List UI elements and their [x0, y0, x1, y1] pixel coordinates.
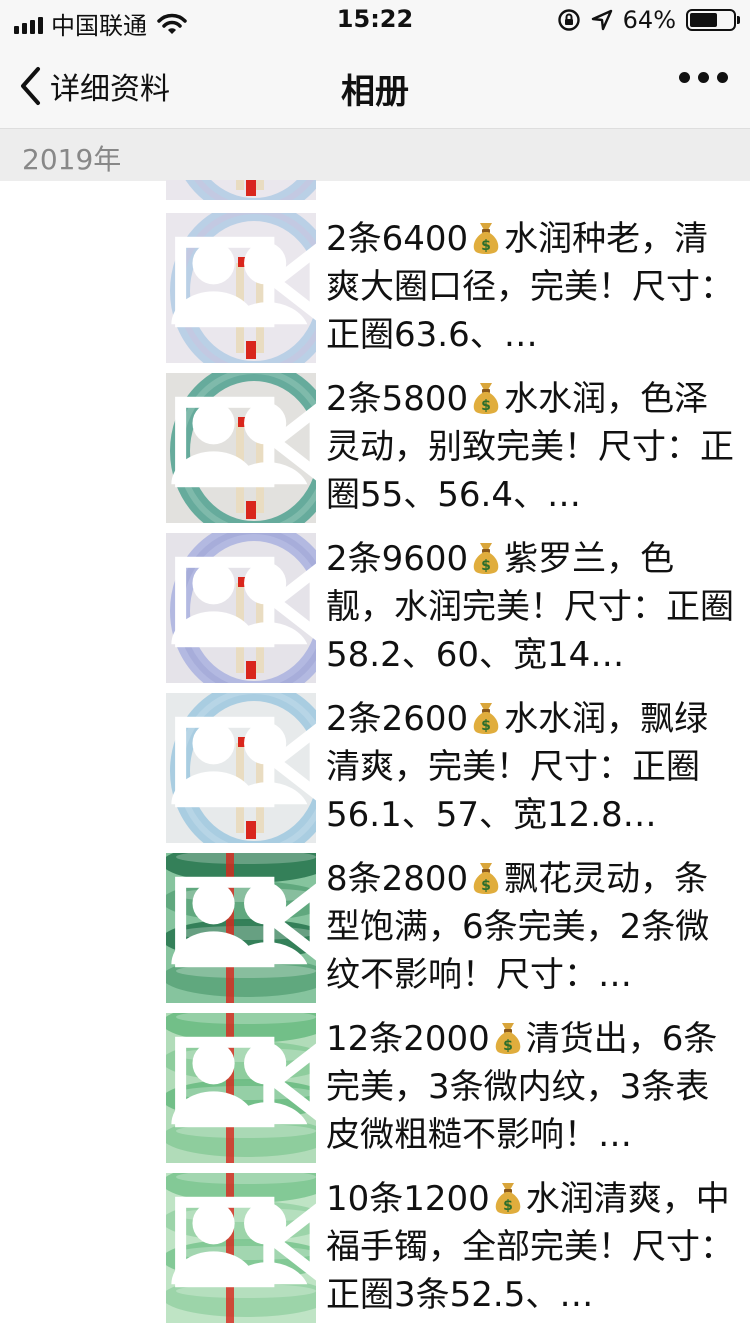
post-thumbnail[interactable] — [166, 1173, 316, 1323]
money-bag-icon: $ — [473, 703, 499, 734]
album-post[interactable]: 2条6400 $ 水润种老，清爽大圈口径，完美！尺寸：正圈63.6、… — [166, 213, 736, 363]
year-label: 2019年 — [22, 143, 122, 176]
shared-people-icon — [171, 882, 308, 965]
shared-people-icon — [171, 722, 308, 805]
status-right: 64% — [557, 6, 740, 34]
svg-text:$: $ — [481, 718, 491, 734]
navigation-bar: 详细资料 相册 — [0, 40, 750, 128]
svg-text:$: $ — [503, 1198, 513, 1214]
post-caption[interactable]: 12条2000 $ 清货出，6条完美，3条微内纹，3条表皮微粗糙不影响！… — [326, 1015, 736, 1163]
album-post[interactable]: 10条1200 $ 水润清爽，中福手镯，全部完美！尺寸：正圈3条52.5、… — [166, 1173, 736, 1323]
shared-people-icon — [171, 1042, 308, 1125]
post-thumbnail[interactable] — [166, 693, 316, 843]
post-caption[interactable]: 2条5800 $ 水水润，色泽灵动，别致完美！尺寸：正圈55、56.4、… — [326, 375, 736, 523]
post-caption[interactable]: 10条1200 $ 水润清爽，中福手镯，全部完美！尺寸：正圈3条52.5、… — [326, 1175, 736, 1323]
svg-text:$: $ — [481, 238, 491, 254]
post-thumbnail[interactable] — [166, 1013, 316, 1163]
post-price: 12条2000 — [326, 1019, 490, 1059]
money-bag-icon: $ — [495, 1023, 521, 1054]
post-thumbnail[interactable] — [166, 213, 316, 363]
svg-text:$: $ — [481, 558, 491, 574]
post-thumbnail[interactable] — [166, 373, 316, 523]
post-thumbnail[interactable] — [166, 853, 316, 1003]
page-title: 相册 — [341, 72, 409, 112]
money-bag-icon: $ — [473, 543, 499, 574]
more-dots-icon — [679, 72, 690, 83]
orientation-lock-icon — [557, 9, 580, 31]
svg-text:$: $ — [503, 1038, 513, 1054]
album-post[interactable]: 8条2800 $ 飘花灵动，条型饱满，6条完美，2条微纹不影响！尺寸：… — [166, 853, 736, 1003]
post-caption[interactable]: 2条9600 $ 紫罗兰，色靓，水润完美！尺寸：正圈58.2、60、宽14… — [326, 535, 736, 683]
year-section-header: 2019年 — [0, 128, 750, 181]
shared-people-icon — [171, 242, 308, 325]
battery-percent: 64% — [622, 6, 676, 34]
status-bar: 中国联通 15:22 64% — [0, 0, 750, 40]
album-post[interactable]: 2条2600 $ 水水润，飘绿清爽，完美！尺寸：正圈56.1、57、宽12.8… — [166, 693, 736, 843]
post-price: 10条1200 — [326, 1179, 490, 1219]
post-caption[interactable]: 2条6400 $ 水润种老，清爽大圈口径，完美！尺寸：正圈63.6、… — [326, 215, 736, 363]
money-bag-icon: $ — [473, 863, 499, 894]
location-arrow-icon — [591, 9, 612, 31]
shared-people-icon — [171, 402, 308, 485]
battery-icon — [686, 9, 740, 31]
shared-people-icon — [171, 562, 308, 645]
post-caption[interactable]: 8条2800 $ 飘花灵动，条型饱满，6条完美，2条微纹不影响！尺寸：… — [326, 855, 736, 1003]
post-price: 2条9600 — [326, 539, 469, 579]
post-price: 2条5800 — [326, 379, 469, 419]
album-post[interactable]: 2条9600 $ 紫罗兰，色靓，水润完美！尺寸：正圈58.2、60、宽14… — [166, 533, 736, 683]
album-post-partial[interactable] — [166, 180, 736, 200]
money-bag-icon: $ — [473, 383, 499, 414]
post-thumbnail[interactable] — [166, 180, 316, 200]
shared-people-icon — [166, 180, 312, 194]
money-bag-icon: $ — [473, 223, 499, 254]
post-caption[interactable]: 2条2600 $ 水水润，飘绿清爽，完美！尺寸：正圈56.1、57、宽12.8… — [326, 695, 736, 843]
svg-text:$: $ — [481, 398, 491, 414]
more-button[interactable] — [679, 72, 728, 83]
post-thumbnail[interactable] — [166, 533, 316, 683]
post-price: 2条2600 — [326, 699, 469, 739]
album-post[interactable]: 12条2000 $ 清货出，6条完美，3条微内纹，3条表皮微粗糙不影响！… — [166, 1013, 736, 1163]
post-price: 2条6400 — [326, 219, 469, 259]
svg-text:$: $ — [481, 878, 491, 894]
post-price: 8条2800 — [326, 859, 469, 899]
album-feed[interactable]: 2条6400 $ 水润种老，清爽大圈口径，完美！尺寸：正圈63.6、… 2条5800 $… — [0, 180, 750, 1334]
shared-people-icon — [171, 1202, 308, 1285]
money-bag-icon: $ — [495, 1183, 521, 1214]
album-post[interactable]: 2条5800 $ 水水润，色泽灵动，别致完美！尺寸：正圈55、56.4、… — [166, 373, 736, 523]
